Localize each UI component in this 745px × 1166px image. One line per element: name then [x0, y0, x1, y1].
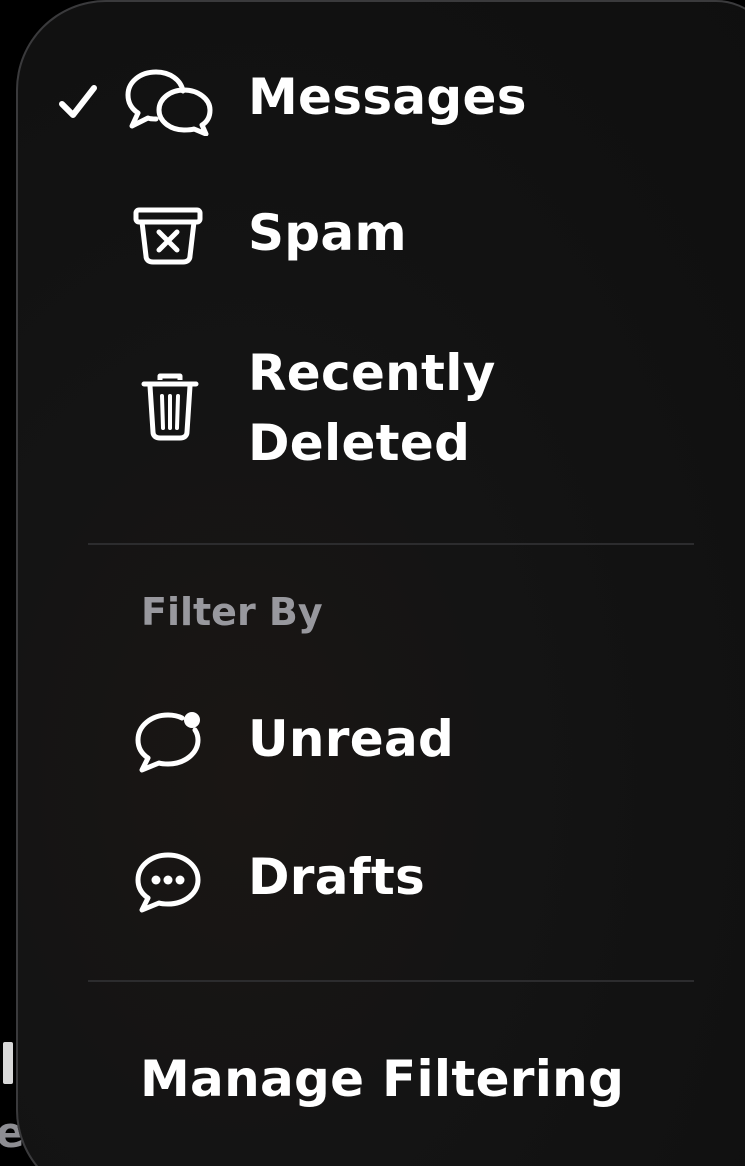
junk-bin-icon [132, 206, 222, 276]
manage-filtering-button[interactable]: Manage Filtering [16, 1040, 745, 1126]
menu-item-drafts-label: Drafts [248, 848, 426, 906]
menu-item-drafts[interactable]: Drafts [16, 838, 745, 924]
menu-item-unread[interactable]: Unread [16, 700, 745, 786]
menu-divider-2 [88, 980, 694, 982]
menu-divider [88, 543, 694, 545]
unread-bubble-icon [132, 708, 222, 778]
trash-icon [140, 372, 230, 442]
menu-item-spam[interactable]: Spam [16, 196, 745, 282]
menu-item-messages-label: Messages [248, 68, 527, 126]
underlying-text-fragment [3, 1042, 13, 1084]
menu-item-spam-label: Spam [248, 204, 407, 262]
menu-item-unread-label: Unread [248, 710, 455, 768]
manage-filtering-label: Manage Filtering [140, 1050, 625, 1108]
filter-by-header: Filter By [141, 590, 323, 634]
menu-item-messages[interactable]: Messages [16, 58, 745, 144]
two-chat-bubbles-icon [122, 66, 213, 136]
filter-menu: Messages Spam Recently Deleted Filter By… [16, 0, 745, 1166]
screen: e Messages Spam Recently Deleted Filter … [0, 0, 745, 1166]
menu-item-recently-deleted-label: Recently Deleted [248, 344, 496, 472]
menu-item-recently-deleted[interactable]: Recently Deleted [16, 338, 745, 488]
ellipsis-bubble-icon [132, 848, 222, 918]
checkmark-icon [58, 82, 98, 122]
